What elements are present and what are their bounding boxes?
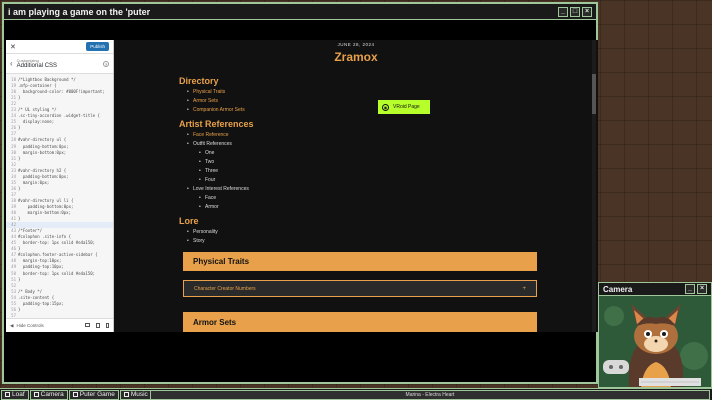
code-text: margin:0px; <box>18 179 50 185</box>
accordion-physical-traits[interactable]: Physical Traits <box>183 252 537 271</box>
camera-window: Camera _ × <box>598 282 712 388</box>
directory-link[interactable]: Companion Armor Sets <box>187 106 535 115</box>
accordion-title: Physical Traits <box>193 257 250 266</box>
window-icon <box>5 392 10 397</box>
taskbar-item-puter-game[interactable]: Puter Game <box>68 389 119 400</box>
accordion-character-creator[interactable]: Character Creator Numbers + <box>183 280 537 297</box>
tablet-preview-icon[interactable] <box>96 323 100 328</box>
outfit-references-label: Outfit References <box>193 141 232 147</box>
code-text: } <box>18 95 21 101</box>
taskbar-item-music[interactable]: Music <box>119 389 152 400</box>
game-screen: ✕ Publish ‹ Customizing Additional CSS ?… <box>4 20 598 382</box>
code-text: } <box>18 306 21 312</box>
minimize-icon[interactable]: _ <box>558 6 568 17</box>
customizer-panel: ✕ Publish ‹ Customizing Additional CSS ?… <box>6 40 114 332</box>
customizer-close-icon[interactable]: ✕ <box>10 43 16 51</box>
fox-avatar-icon <box>599 296 711 387</box>
vroid-page-button[interactable]: ◉ VRoid Page <box>378 100 430 114</box>
page-scrollbar[interactable] <box>592 40 596 332</box>
vroid-icon: ◉ <box>382 103 389 111</box>
directory-link[interactable]: Armor Sets <box>187 97 535 106</box>
window-icon <box>72 392 78 397</box>
love-interest-label: Love Interest References <box>193 186 249 192</box>
taskbar-item-camera[interactable]: Camera <box>29 389 68 400</box>
directory-link[interactable]: Physical Traits <box>187 88 535 97</box>
love-interest-item[interactable]: Armor <box>199 203 535 212</box>
desktop-preview-icon[interactable] <box>85 323 90 327</box>
window-title: i am playing a game on the 'puter <box>8 6 151 17</box>
outfit-item[interactable]: Four <box>199 176 535 185</box>
hide-controls-button[interactable]: Hide Controls <box>16 323 43 328</box>
css-editor[interactable]: 18/*Lightbox Background */19 .mfp-contain… <box>6 74 113 325</box>
face-reference-link[interactable]: Face Reference <box>187 131 535 140</box>
window-icon <box>33 392 39 397</box>
outfit-item[interactable]: One <box>199 149 535 158</box>
artist-references-heading: Artist References <box>179 119 254 129</box>
game-window-titlebar[interactable]: i am playing a game on the 'puter _ □ × <box>4 4 596 20</box>
accordion-title: Armor Sets <box>193 317 237 327</box>
vroid-page-label: VRoid Page <box>393 104 420 110</box>
lore-item[interactable]: Story <box>187 237 535 246</box>
game-window: i am playing a game on the 'puter _ □ × … <box>2 2 598 384</box>
now-playing: Marina - Electra Heart <box>150 390 710 400</box>
post-date: JUNE 28, 2024 <box>337 42 375 47</box>
accordion-title: Character Creator Numbers <box>194 285 256 292</box>
outfit-item[interactable]: Three <box>199 167 535 176</box>
window-icon <box>123 392 129 397</box>
taskbar-item-loaf[interactable]: Loaf <box>1 389 29 400</box>
hide-controls-icon[interactable]: ◀ <box>10 323 13 329</box>
lore-item[interactable]: Personality <box>187 228 535 237</box>
screen-top-bar <box>4 20 596 40</box>
site-preview: JUNE 28, 2024 Zramox Directory Physical … <box>114 40 598 332</box>
publish-button[interactable]: Publish <box>86 42 109 51</box>
back-icon[interactable]: ‹ <box>10 59 13 68</box>
love-interest-item[interactable]: Face <box>199 194 535 203</box>
code-text: border-top: 1px solid #e4a150; <box>18 270 96 276</box>
code-text: margin-bottom:0px; <box>18 210 71 216</box>
code-text: } <box>18 185 21 191</box>
code-text: border-top: 1px solid #e4a150; <box>18 240 96 246</box>
code-text: background-color: #000F!important; <box>18 89 105 95</box>
code-text: padding-top:15px; <box>18 300 64 306</box>
camera-titlebar[interactable]: Camera _ × <box>599 283 711 296</box>
lore-heading: Lore <box>179 216 199 226</box>
close-icon[interactable]: × <box>697 284 707 294</box>
help-icon[interactable]: ? <box>103 60 109 67</box>
accordion-armor-sets[interactable]: Armor Sets <box>183 312 537 332</box>
code-text: display:none; <box>18 119 55 125</box>
code-text: } <box>18 276 21 282</box>
mobile-preview-icon[interactable] <box>106 323 109 328</box>
close-icon[interactable]: × <box>582 6 592 17</box>
code-line[interactable]: 20 background-color: #000F!important; <box>6 89 113 95</box>
code-text: margin-bottom:0px; <box>18 149 67 155</box>
directory-heading: Directory <box>179 76 219 86</box>
maximize-icon[interactable]: □ <box>570 6 580 17</box>
panel-title: Additional CSS <box>16 63 58 69</box>
taskbar: Loaf Camera Puter Game Music Marina - El… <box>0 388 712 400</box>
code-text: } <box>18 216 21 222</box>
code-text: } <box>18 125 21 131</box>
outfit-item[interactable]: Two <box>199 158 535 167</box>
code-text: } <box>18 155 21 161</box>
vtuber-avatar <box>599 296 711 387</box>
minimize-icon[interactable]: _ <box>685 284 695 294</box>
page-title: Zramox <box>334 50 378 64</box>
camera-title: Camera <box>603 284 633 294</box>
expand-icon[interactable]: + <box>522 286 526 292</box>
